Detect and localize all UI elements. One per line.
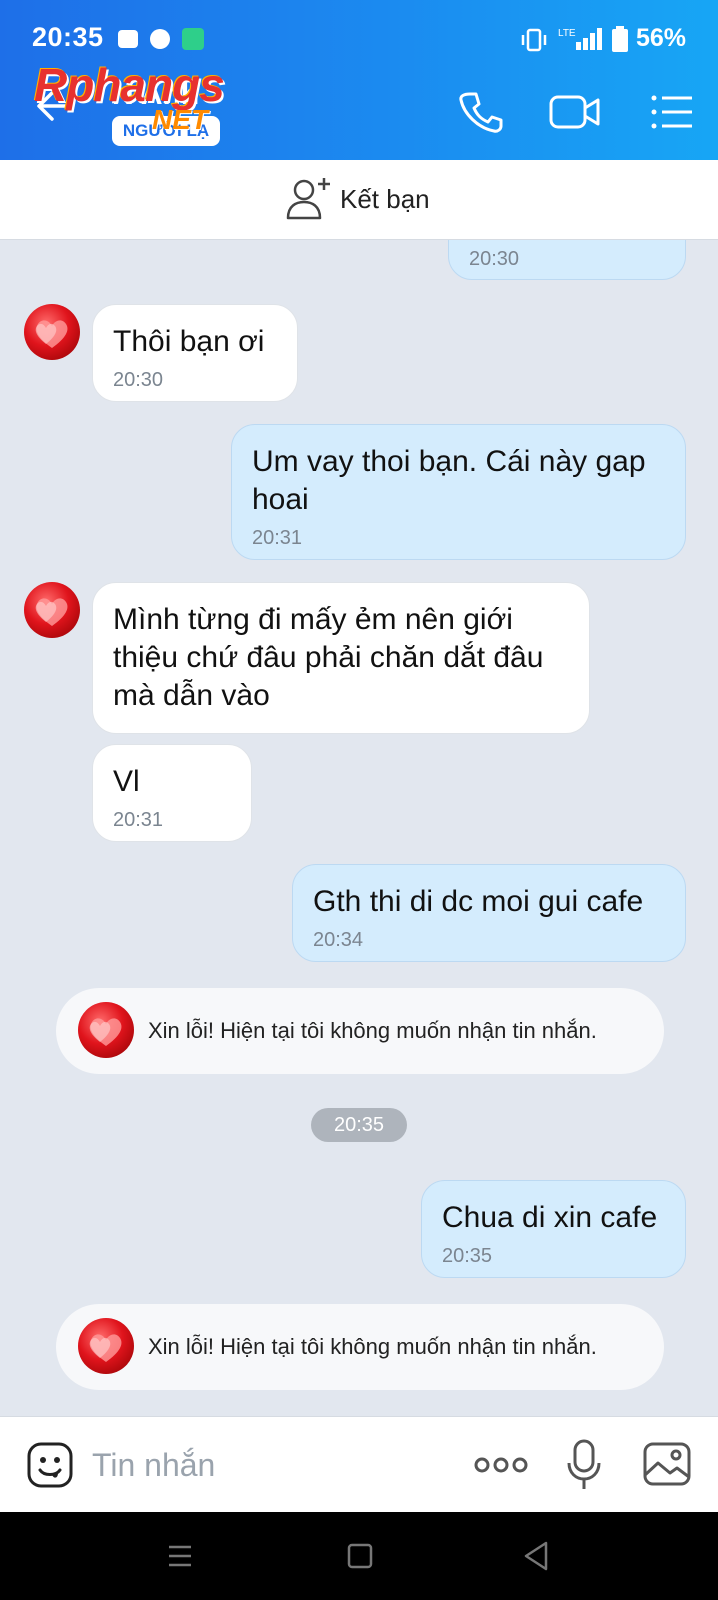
- add-friend-bar[interactable]: Kết bạn: [0, 160, 718, 240]
- message-text: Vl: [113, 765, 140, 798]
- chat-header: N Anh NGƯỜI LẠ Rphangs NET: [0, 59, 718, 160]
- menu-icon[interactable]: [648, 88, 696, 136]
- top-bar: 20:35 LTE 56% N Anh NGƯỜI LẠ Rphangs NET: [0, 0, 718, 160]
- more-dots-icon[interactable]: [474, 1455, 528, 1475]
- vibrate-icon: [521, 28, 547, 52]
- notification-app-icon: [150, 29, 170, 49]
- message-input-bar: Tin nhắn: [0, 1416, 718, 1512]
- watermark-logo-sub: NET: [152, 104, 208, 135]
- message-incoming[interactable]: Thôi bạn ơi 20:30: [92, 304, 298, 402]
- message-text: Gth thi di dc moi gui cafe: [313, 885, 644, 918]
- message-text: Chua di xin cafe: [442, 1201, 658, 1234]
- back-nav-icon[interactable]: [522, 1540, 550, 1572]
- message-time: 20:34: [313, 929, 364, 951]
- message-outgoing[interactable]: Gth thi di dc moi gui cafe 20:34: [292, 864, 686, 962]
- emoji-icon[interactable]: [26, 1441, 74, 1489]
- auto-reply-text: Xin lỗi! Hiện tại tôi không muốn nhận ti…: [148, 1018, 597, 1043]
- message-text: Thôi bạn ơi: [113, 325, 265, 358]
- contact-avatar[interactable]: [24, 304, 80, 360]
- auto-reply-text: Xin lỗi! Hiện tại tôi không muốn nhận ti…: [148, 1334, 597, 1359]
- contact-avatar: [78, 1318, 134, 1374]
- notification-calc-icon: [182, 28, 204, 50]
- message-text: Um vay thoi bạn. Cái này gap hoai: [252, 445, 646, 516]
- message-time: 20:35: [442, 1245, 493, 1267]
- message-time: 20:31: [252, 527, 303, 549]
- message-time: 20:30: [113, 369, 164, 391]
- chat-area[interactable]: 20:30 Thôi bạn ơi 20:30 Um vay thoi bạn.…: [0, 240, 718, 1416]
- status-time: 20:35: [32, 22, 104, 52]
- battery-percent: 56%: [635, 24, 686, 52]
- microphone-icon[interactable]: [566, 1439, 602, 1491]
- network-type-label: LTE: [558, 28, 576, 39]
- auto-reply-notice: Xin lỗi! Hiện tại tôi không muốn nhận ti…: [56, 988, 664, 1074]
- message-time: 20:31: [113, 809, 164, 831]
- video-call-icon[interactable]: [548, 88, 602, 136]
- message-outgoing[interactable]: Chua di xin cafe 20:35: [421, 1180, 686, 1278]
- signal-icon: LTE: [558, 28, 602, 50]
- message-text: Mình từng đi mấy ẻm nên giới thiệu chứ đ…: [113, 603, 544, 712]
- message-outgoing[interactable]: Um vay thoi bạn. Cái này gap hoai 20:31: [231, 424, 686, 560]
- contact-avatar: [78, 1002, 134, 1058]
- auto-reply-notice: Xin lỗi! Hiện tại tôi không muốn nhận ti…: [56, 1304, 664, 1390]
- contact-avatar[interactable]: [24, 582, 80, 638]
- home-icon[interactable]: [346, 1542, 374, 1570]
- image-icon[interactable]: [642, 1441, 692, 1487]
- message-incoming[interactable]: Vl 20:31: [92, 744, 252, 842]
- time-divider: 20:35: [311, 1108, 407, 1142]
- message-input[interactable]: Tin nhắn: [92, 1447, 215, 1484]
- battery-icon: [612, 26, 628, 52]
- add-friend-icon: [286, 178, 330, 220]
- recent-apps-icon[interactable]: [166, 1542, 194, 1570]
- system-navigation-bar: [0, 1512, 718, 1600]
- notification-message-icon: [118, 30, 138, 48]
- message-time: 20:30: [469, 248, 520, 270]
- add-friend-label: Kết bạn: [340, 184, 430, 214]
- message-incoming[interactable]: Mình từng đi mấy ẻm nên giới thiệu chứ đ…: [92, 582, 590, 734]
- phone-icon[interactable]: [456, 88, 504, 136]
- message-outgoing[interactable]: 20:30: [448, 240, 686, 280]
- status-bar: 20:35 LTE 56%: [0, 0, 718, 64]
